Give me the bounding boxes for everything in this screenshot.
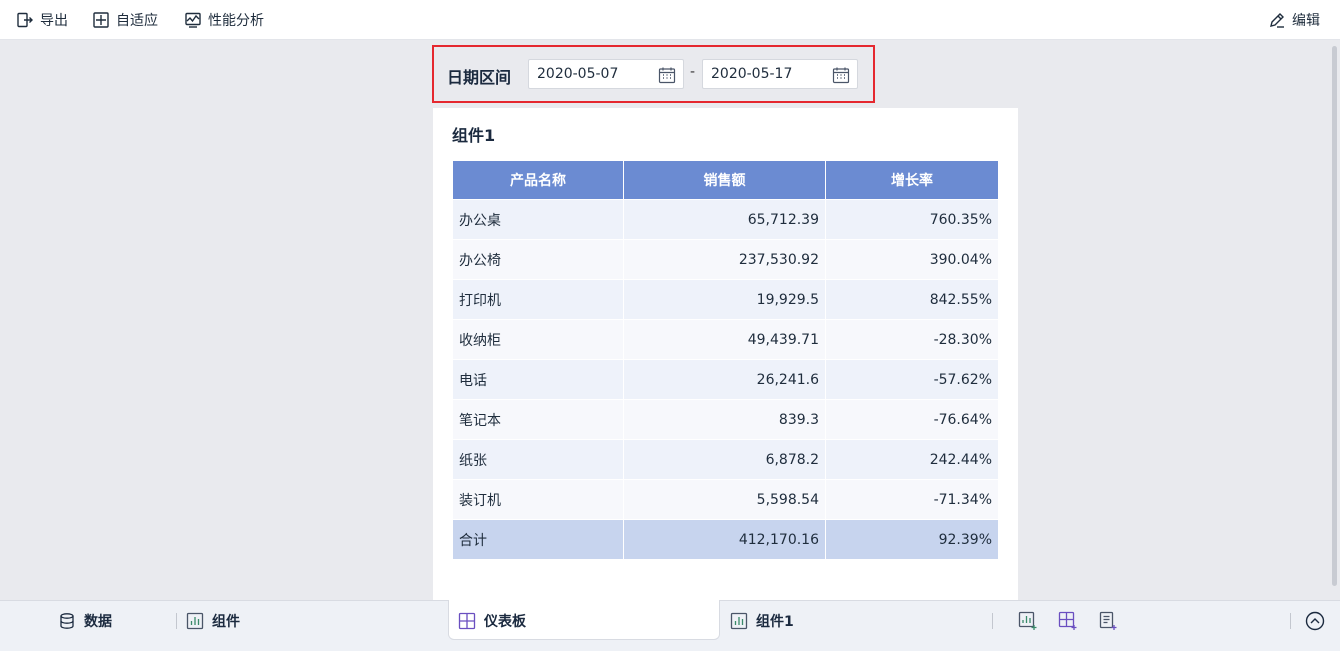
cell-growth: 760.35% <box>825 199 999 240</box>
export-icon <box>17 12 33 28</box>
cell-total-label: 合计 <box>452 519 624 560</box>
column-header-sales[interactable]: 销售额 <box>623 160 826 200</box>
divider <box>1290 613 1291 629</box>
date-range-filter: 日期区间 2020-05-07 - 2020-05-17 <box>432 45 875 103</box>
performance-icon <box>185 12 201 28</box>
divider <box>992 613 993 629</box>
date-separator: - <box>690 64 696 80</box>
table-row: 办公桌 65,712.39 760.35% <box>452 199 999 240</box>
table-header-row: 产品名称 销售额 增长率 <box>452 160 999 200</box>
cell-sales: 5,598.54 <box>623 479 826 520</box>
bar-chart-icon <box>186 612 204 630</box>
calendar-icon[interactable] <box>658 66 676 84</box>
cell-growth: 242.44% <box>825 439 999 480</box>
edit-label: 编辑 <box>1292 13 1320 29</box>
cell-sales: 237,530.92 <box>623 239 826 280</box>
add-chart-icon[interactable] <box>1018 611 1038 631</box>
tab-dashboard-label: 仪表板 <box>484 614 526 630</box>
cell-product: 打印机 <box>452 279 624 320</box>
table-row: 办公椅 237,530.92 390.04% <box>452 239 999 280</box>
start-date-input[interactable]: 2020-05-07 <box>528 59 684 89</box>
table-row: 装订机 5,598.54 -71.34% <box>452 479 999 520</box>
cell-sales: 6,878.2 <box>623 439 826 480</box>
bar-chart-icon <box>730 612 748 630</box>
table-total-row: 合计 412,170.16 92.39% <box>452 519 999 560</box>
table-row: 纸张 6,878.2 242.44% <box>452 439 999 480</box>
tab-widget-label: 组件 <box>212 614 240 630</box>
cell-total-growth: 92.39% <box>825 519 999 560</box>
tab-dashboard[interactable]: 仪表板 <box>458 601 526 641</box>
cell-product: 收纳柜 <box>452 319 624 360</box>
cell-growth: -76.64% <box>825 399 999 440</box>
calendar-icon[interactable] <box>832 66 850 84</box>
add-report-icon[interactable] <box>1098 611 1118 631</box>
data-table: 产品名称 销售额 增长率 办公桌 65,712.39 760.35% 办公椅 2… <box>452 160 999 560</box>
cell-sales: 49,439.71 <box>623 319 826 360</box>
cell-sales: 19,929.5 <box>623 279 826 320</box>
cell-total-sales: 412,170.16 <box>623 519 826 560</box>
cell-product: 办公椅 <box>452 239 624 280</box>
collapse-up-icon[interactable] <box>1305 611 1325 631</box>
bottom-tab-bar: 数据 组件 仪表板 组件1 <box>0 600 1340 651</box>
widget-card: 组件1 产品名称 销售额 增长率 办公桌 65,712.39 760.35% 办… <box>433 108 1018 600</box>
cell-growth: -57.62% <box>825 359 999 400</box>
cell-product: 纸张 <box>452 439 624 480</box>
export-label: 导出 <box>40 13 68 29</box>
table-row: 笔记本 839.3 -76.64% <box>452 399 999 440</box>
end-date-input[interactable]: 2020-05-17 <box>702 59 858 89</box>
tab-widget[interactable]: 组件 <box>186 601 240 641</box>
top-toolbar: 导出 自适应 性能分析 编辑 <box>0 0 1340 40</box>
vertical-scrollbar[interactable] <box>1330 40 1340 600</box>
cell-product: 装订机 <box>452 479 624 520</box>
cell-sales: 65,712.39 <box>623 199 826 240</box>
widget-title: 组件1 <box>452 126 496 145</box>
table-row: 收纳柜 49,439.71 -28.30% <box>452 319 999 360</box>
adapt-button[interactable]: 自适应 <box>92 0 158 40</box>
start-date-value: 2020-05-07 <box>537 66 619 82</box>
cell-sales: 839.3 <box>623 399 826 440</box>
dashboard-icon <box>458 612 476 630</box>
cell-product: 笔记本 <box>452 399 624 440</box>
table-row: 打印机 19,929.5 842.55% <box>452 279 999 320</box>
column-header-product[interactable]: 产品名称 <box>452 160 624 200</box>
database-icon <box>60 613 74 629</box>
export-button[interactable]: 导出 <box>16 0 68 40</box>
cell-growth: -71.34% <box>825 479 999 520</box>
end-date-value: 2020-05-17 <box>711 66 793 82</box>
performance-analysis-button[interactable]: 性能分析 <box>184 0 264 40</box>
adapt-icon <box>93 12 109 28</box>
tab-widget1[interactable]: 组件1 <box>730 601 794 641</box>
filter-label: 日期区间 <box>447 68 512 87</box>
cell-growth: -28.30% <box>825 319 999 360</box>
tab-widget1-label: 组件1 <box>756 614 794 630</box>
cell-growth: 390.04% <box>825 239 999 280</box>
add-grid-icon[interactable] <box>1058 611 1078 631</box>
cell-sales: 26,241.6 <box>623 359 826 400</box>
performance-label: 性能分析 <box>208 13 264 29</box>
tab-data[interactable]: 数据 <box>58 601 112 641</box>
edit-button[interactable]: 编辑 <box>1268 0 1320 40</box>
divider <box>176 613 177 629</box>
scrollbar-thumb[interactable] <box>1332 46 1337 586</box>
adapt-label: 自适应 <box>116 13 158 29</box>
table-row: 电话 26,241.6 -57.62% <box>452 359 999 400</box>
column-header-growth[interactable]: 增长率 <box>825 160 999 200</box>
cell-product: 办公桌 <box>452 199 624 240</box>
cell-product: 电话 <box>452 359 624 400</box>
cell-growth: 842.55% <box>825 279 999 320</box>
tab-data-label: 数据 <box>84 614 112 630</box>
edit-pencil-icon <box>1270 13 1284 28</box>
